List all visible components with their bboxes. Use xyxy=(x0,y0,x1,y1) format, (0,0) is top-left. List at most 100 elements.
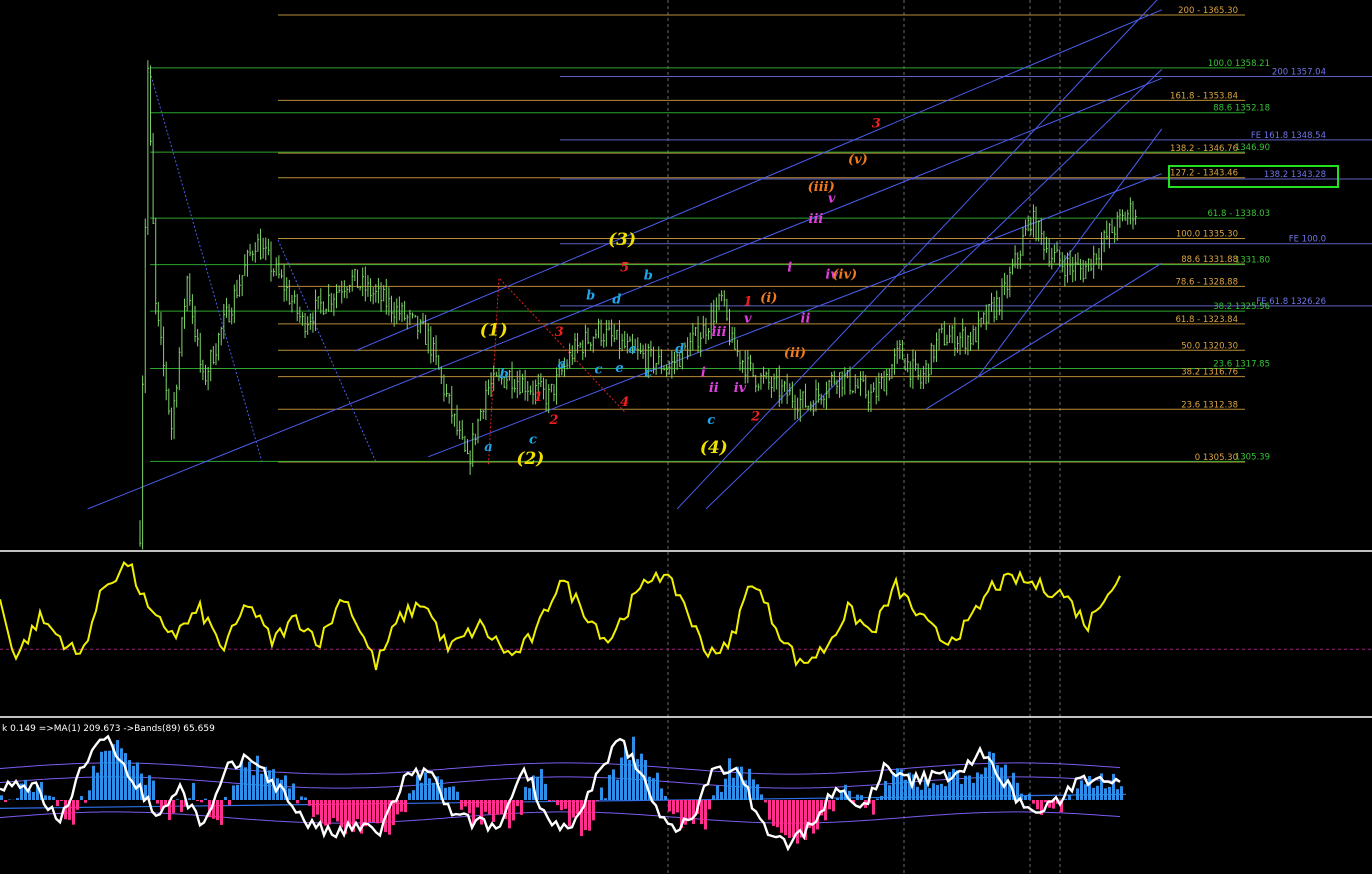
level-label: 1305.39 xyxy=(1235,452,1270,462)
histogram-bar xyxy=(56,800,59,807)
wave-label: 1 xyxy=(534,390,543,405)
histogram-bar xyxy=(0,795,3,800)
histogram-bar xyxy=(832,800,835,812)
histogram-bar xyxy=(364,800,367,827)
histogram-bar xyxy=(520,800,523,815)
histogram-bar xyxy=(412,790,415,800)
wave-label: c xyxy=(595,362,603,377)
histogram-bar xyxy=(88,790,91,800)
histogram-bar xyxy=(880,795,883,800)
wave-label: 2 xyxy=(750,409,760,424)
histogram-bar xyxy=(176,799,179,800)
histogram-bar xyxy=(892,772,895,800)
level-label: 161.8 - 1353.84 xyxy=(1170,91,1238,101)
histogram-bar xyxy=(904,779,907,800)
histogram-bar xyxy=(712,795,715,800)
histogram-bar xyxy=(652,778,655,800)
histogram-bar xyxy=(548,800,551,802)
wave-label: b xyxy=(644,268,653,283)
histogram-bar xyxy=(976,772,979,800)
histogram-bar xyxy=(1096,785,1099,800)
histogram-bar xyxy=(1116,789,1119,800)
histogram-bar xyxy=(812,800,815,834)
histogram-bar xyxy=(228,800,231,806)
histogram-bar xyxy=(612,769,615,800)
histogram-bar xyxy=(936,784,939,800)
level-label: 127.2 - 1343.46 xyxy=(1170,169,1238,179)
histogram-bar xyxy=(336,800,339,822)
histogram-bar xyxy=(692,800,695,825)
histogram-bar xyxy=(356,800,359,820)
histogram-bar xyxy=(420,782,423,800)
histogram-bar xyxy=(956,770,959,800)
wave-label: (v) xyxy=(848,152,868,167)
wave-label: iii xyxy=(712,325,727,340)
histogram-bar xyxy=(232,785,235,800)
histogram-bar xyxy=(392,800,395,826)
histogram-bar xyxy=(948,771,951,800)
histogram-bar xyxy=(756,784,759,800)
histogram-bar xyxy=(1044,800,1047,803)
histogram-bar xyxy=(196,800,199,802)
histogram-bar xyxy=(400,800,403,812)
wave-label: (iii) xyxy=(808,180,835,195)
histogram-bar xyxy=(372,800,375,822)
histogram-bar xyxy=(604,798,607,800)
histogram-bar xyxy=(52,797,55,800)
histogram-bar xyxy=(992,753,995,800)
histogram-bar xyxy=(656,772,659,800)
histogram-bar xyxy=(732,777,735,800)
histogram-bar xyxy=(260,773,263,800)
histogram-bar xyxy=(1088,776,1091,800)
histogram-bar xyxy=(860,795,863,800)
histogram-bar xyxy=(1080,780,1083,800)
histogram-bar xyxy=(496,800,499,815)
level-label: 200 1357.04 xyxy=(1272,68,1326,78)
histogram-bar xyxy=(560,800,563,811)
histogram-bar xyxy=(92,765,95,800)
wave-label: (4) xyxy=(700,438,728,458)
histogram-bar xyxy=(540,769,543,800)
histogram-bar xyxy=(856,794,859,800)
level-label: 88.6 1331.88 xyxy=(1181,255,1238,265)
histogram-bar xyxy=(316,800,319,815)
histogram-bar xyxy=(328,800,331,825)
level-label: FE 161.8 1348.54 xyxy=(1251,131,1326,141)
histogram-bar xyxy=(568,800,571,827)
histogram-bar xyxy=(100,751,103,800)
histogram-bar xyxy=(200,800,203,803)
histogram-bar xyxy=(428,778,431,800)
histogram-bar xyxy=(884,781,887,800)
histogram-bar xyxy=(596,800,599,801)
histogram-bar xyxy=(780,800,783,833)
histogram-bar xyxy=(224,796,227,800)
histogram-bar xyxy=(572,800,575,818)
histogram-bar xyxy=(964,775,967,800)
histogram-bar xyxy=(16,798,19,800)
wave-label: c xyxy=(529,432,537,447)
wave-label: (1) xyxy=(480,320,508,340)
histogram-bar xyxy=(320,800,323,824)
histogram-bar xyxy=(980,774,983,800)
histogram-bar xyxy=(1108,786,1111,800)
histogram-bar xyxy=(60,800,63,802)
histogram-bar xyxy=(796,800,799,844)
histogram-bar xyxy=(768,800,771,820)
wave-label: iv xyxy=(734,381,747,396)
histogram-bar xyxy=(764,800,767,803)
histogram-bar xyxy=(220,800,223,825)
level-label: 88.6 1352.18 xyxy=(1213,104,1270,114)
level-label: 100.0 1335.30 xyxy=(1176,230,1238,240)
level-label: 38.2 1325.56 xyxy=(1213,302,1270,312)
wave-label: 3 xyxy=(555,325,564,340)
histogram-bar xyxy=(180,800,183,812)
histogram-bar xyxy=(676,800,679,813)
wave-label: (iv) xyxy=(832,268,857,283)
level-label: 1331.80 xyxy=(1235,256,1270,266)
histogram-bar xyxy=(108,750,111,800)
histogram-bar xyxy=(304,797,307,800)
histogram-bar xyxy=(308,800,311,806)
wave-label: a xyxy=(484,440,492,455)
level-label: 23.6 1312.38 xyxy=(1181,400,1238,410)
histogram-bar xyxy=(236,784,239,800)
